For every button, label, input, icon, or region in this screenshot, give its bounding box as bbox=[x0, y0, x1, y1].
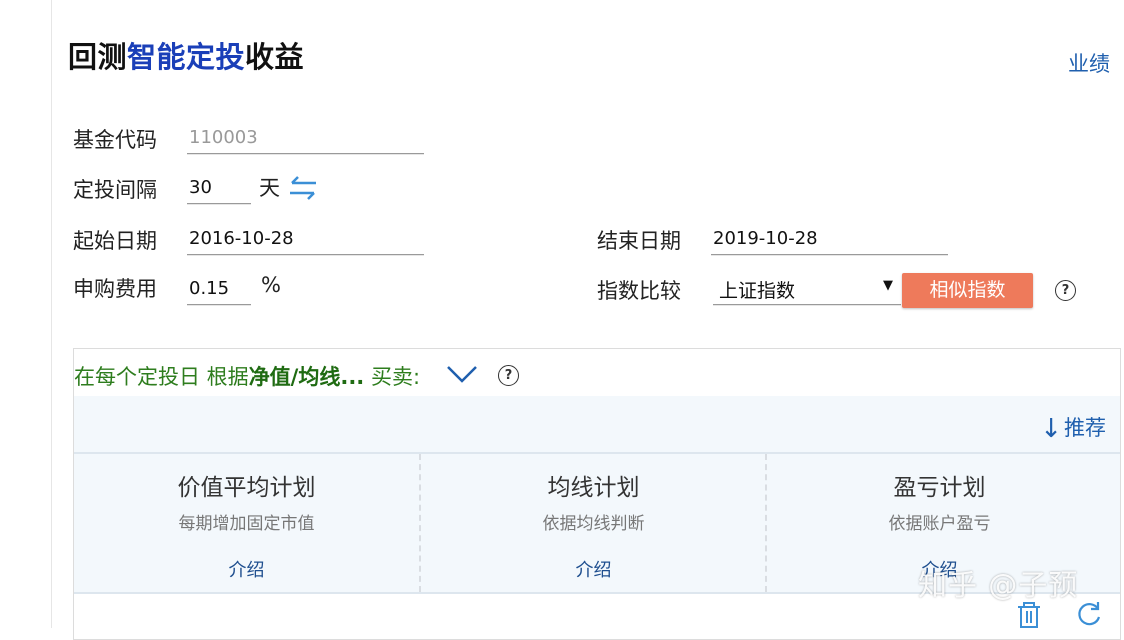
fee-unit: % bbox=[261, 273, 281, 297]
plan-subtitle: 每期增加固定市值 bbox=[178, 514, 315, 534]
fee-input[interactable] bbox=[187, 275, 251, 305]
help-icon[interactable]: ? bbox=[1055, 280, 1076, 301]
help-icon[interactable]: ? bbox=[498, 365, 519, 386]
fund-code-input[interactable] bbox=[187, 124, 424, 154]
similar-index-button[interactable]: 相似指数 bbox=[902, 273, 1033, 308]
plan-card-value-averaging[interactable]: 价值平均计划 每期增加固定市值 介绍 bbox=[74, 454, 419, 592]
interval-input[interactable] bbox=[187, 174, 251, 204]
start-date-input[interactable] bbox=[187, 225, 424, 255]
title-prefix: 回测 bbox=[68, 40, 128, 74]
down-arrow-icon: ↓ bbox=[1040, 414, 1062, 444]
title-suffix: 收益 bbox=[245, 40, 305, 74]
index-label: 指数比较 bbox=[597, 279, 681, 303]
index-selected-value: 上证指数 bbox=[719, 280, 796, 302]
fund-code-label: 基金代码 bbox=[73, 128, 157, 152]
plan-intro-link[interactable]: 介绍 bbox=[74, 556, 419, 582]
recommend-label: 推荐 bbox=[1064, 416, 1106, 440]
plan-card-moving-average[interactable]: 均线计划 依据均线判断 介绍 bbox=[419, 454, 766, 592]
swap-arrows-icon[interactable] bbox=[286, 173, 320, 203]
left-divider bbox=[51, 0, 52, 628]
performance-link[interactable]: 业绩 bbox=[1068, 48, 1110, 78]
dropdown-arrow-icon: ▼ bbox=[883, 278, 893, 293]
page-title: 回测智能定投收益 bbox=[68, 34, 304, 76]
refresh-icon[interactable] bbox=[1074, 597, 1104, 629]
end-date-label: 结束日期 bbox=[597, 229, 681, 253]
end-date-input[interactable] bbox=[711, 225, 948, 255]
interval-label: 定投间隔 bbox=[73, 178, 157, 202]
rule-suffix: 买卖: bbox=[364, 365, 421, 389]
start-date-label: 起始日期 bbox=[73, 229, 157, 253]
plan-intro-link[interactable]: 介绍 bbox=[421, 556, 766, 582]
trade-rule-text[interactable]: 在每个定投日 根据净值/均线... 买卖: bbox=[74, 361, 420, 391]
rule-prefix: 在每个定投日 根据 bbox=[74, 365, 249, 389]
title-highlight: 智能定投 bbox=[127, 40, 246, 74]
index-select[interactable]: 上证指数 ▼ bbox=[713, 272, 901, 305]
interval-unit: 天 bbox=[259, 176, 280, 200]
plan-title: 盈亏计划 bbox=[893, 475, 986, 501]
rule-basis: 净值/均线... bbox=[248, 365, 365, 389]
chevron-down-icon[interactable] bbox=[446, 363, 478, 385]
recommend-link[interactable]: ↓推荐 bbox=[1040, 412, 1106, 444]
fee-label: 申购费用 bbox=[73, 277, 157, 301]
watermark-text: 知乎 @子预 bbox=[918, 568, 1079, 602]
recommend-bar: ↓推荐 bbox=[74, 396, 1120, 454]
plan-subtitle: 依据账户盈亏 bbox=[888, 514, 991, 534]
plan-title: 均线计划 bbox=[547, 475, 640, 501]
plan-title: 价值平均计划 bbox=[177, 475, 316, 501]
plan-subtitle: 依据均线判断 bbox=[542, 514, 645, 534]
